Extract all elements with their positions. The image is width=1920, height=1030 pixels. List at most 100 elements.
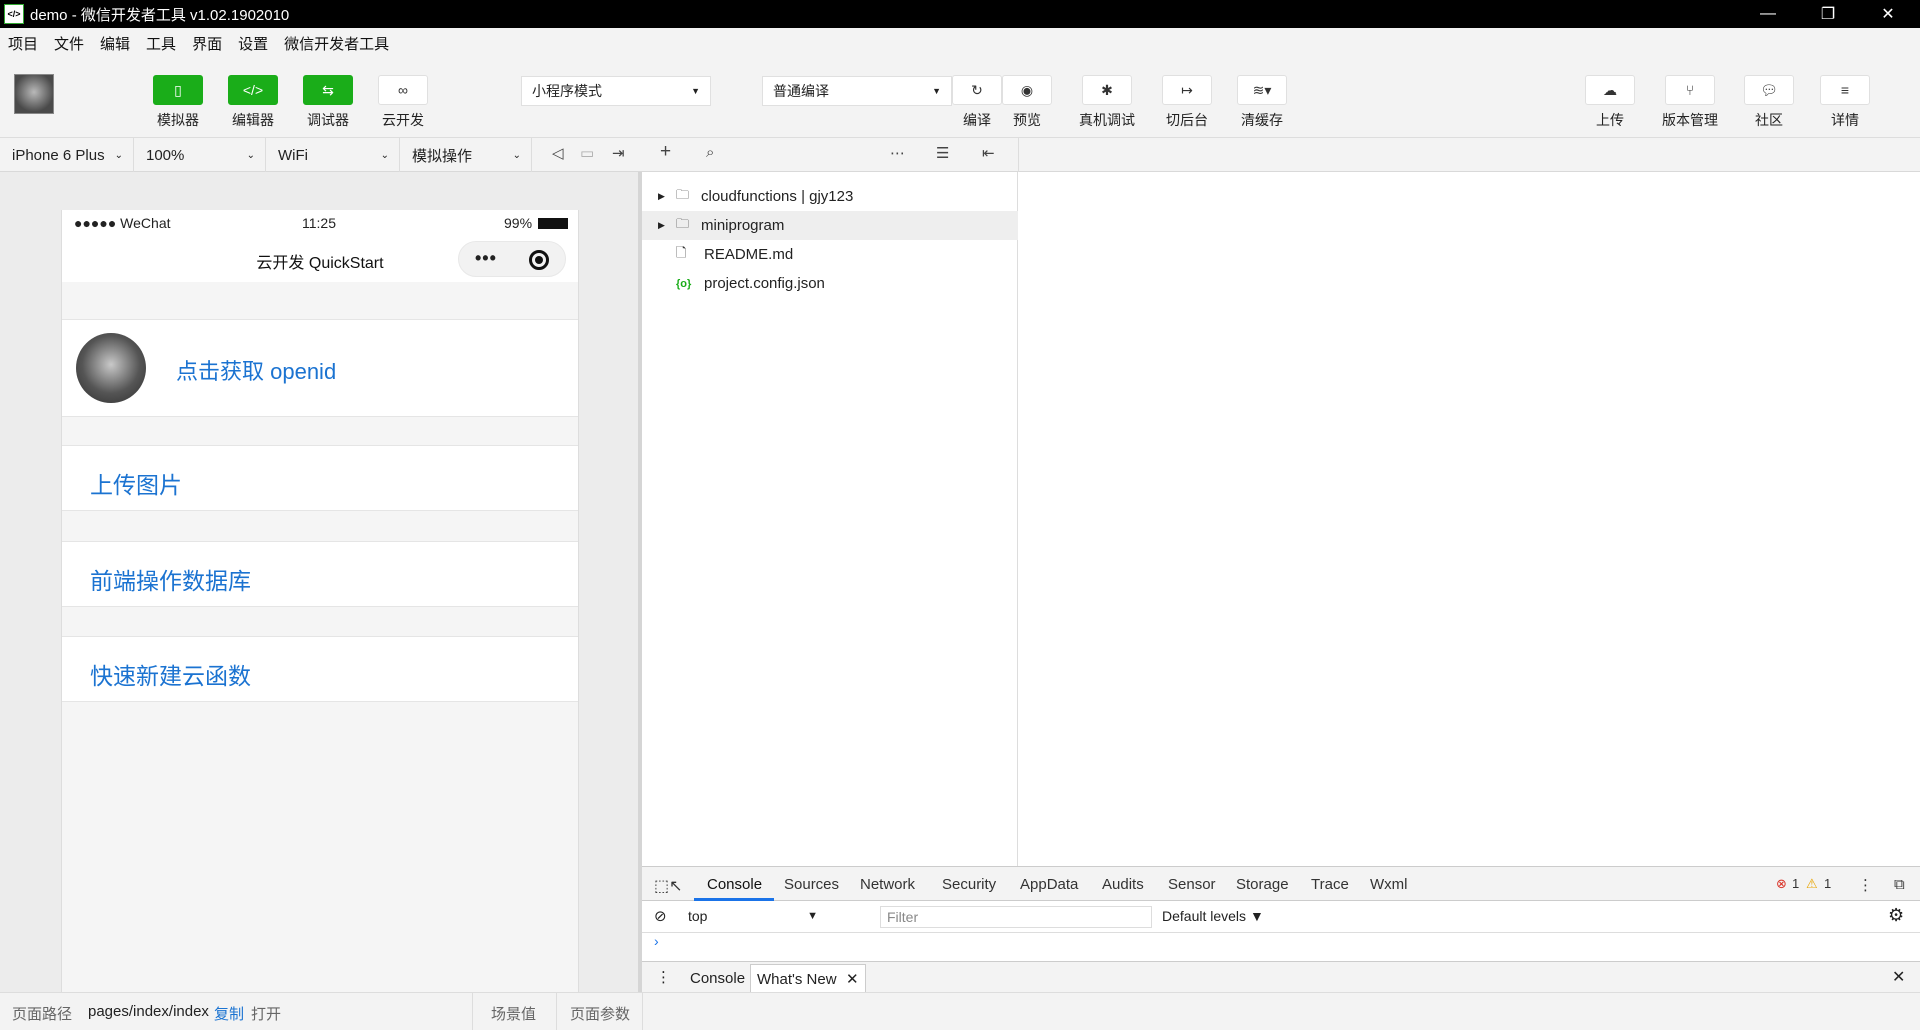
toggle-panel-icon[interactable]: ⇤ [982, 144, 995, 162]
simulator-button[interactable]: ▯ 模拟器 [145, 75, 211, 130]
operation-select[interactable]: 模拟操作 ⌄ [400, 138, 532, 172]
tab-sensor[interactable]: Sensor [1168, 876, 1216, 893]
user-avatar[interactable] [76, 333, 146, 403]
version-manage-button[interactable]: ⑂ 版本管理 [1657, 75, 1723, 130]
close-drawer-icon[interactable]: ✕ [1892, 967, 1905, 987]
menu-item-tools[interactable]: 工具 [146, 33, 176, 54]
preview-button[interactable]: ◉ 预览 [994, 75, 1060, 130]
clear-cache-button[interactable]: ≋▾ 清缓存 [1229, 75, 1295, 130]
warning-icon: ⚠ [1806, 876, 1818, 891]
network-select[interactable]: WiFi ⌄ [266, 138, 400, 172]
chevron-down-icon: ▼ [691, 86, 700, 96]
cloud-dev-button[interactable]: ∞ 云开发 [370, 75, 436, 130]
console-filter-input[interactable]: Filter [880, 906, 1152, 928]
devtools-panel: ⬚↖ Console Sources Network Security AppD… [642, 866, 1920, 993]
drawer-menu-icon[interactable]: ⋮ [656, 968, 671, 986]
console-prompt-icon[interactable]: › [654, 933, 659, 949]
chevron-down-icon: ▼ [807, 910, 818, 922]
close-icon[interactable]: ✕ [846, 970, 859, 988]
mode-select[interactable]: 小程序模式 ▼ [521, 76, 711, 106]
community-button[interactable]: 💬︎ 社区 [1736, 75, 1802, 130]
editor-button[interactable]: </> 编辑器 [220, 75, 286, 130]
warning-count[interactable]: 1 [1824, 876, 1831, 891]
tree-folder-miniprogram[interactable]: ▶ 🗀 miniprogram [642, 211, 1018, 240]
menu-item-edit[interactable]: 编辑 [100, 33, 130, 54]
tab-audits[interactable]: Audits [1102, 876, 1144, 893]
upload-image-item[interactable]: 上传图片 [62, 445, 578, 511]
drawer-tab-console[interactable]: Console [690, 970, 745, 987]
title-bar: </> demo - 微信开发者工具 v1.02.1902010 — ❐ ✕ [0, 0, 1920, 28]
open-path-link[interactable]: 打开 [251, 1003, 281, 1024]
rotate-icon[interactable]: ▭ [580, 144, 594, 162]
context-select[interactable]: top ▼ [682, 906, 822, 928]
tab-security[interactable]: Security [942, 876, 996, 893]
close-capsule-icon[interactable] [529, 250, 549, 270]
tab-appdata[interactable]: AppData [1020, 876, 1078, 893]
background-button[interactable]: ↦ 切后台 [1154, 75, 1220, 130]
close-window-button[interactable]: ✕ [1858, 0, 1918, 28]
search-icon[interactable]: ⌕ [706, 144, 714, 161]
error-icon: ⊗ [1776, 876, 1787, 891]
details-button[interactable]: ≡ 详情 [1812, 75, 1878, 130]
tab-trace[interactable]: Trace [1311, 876, 1349, 893]
clear-console-icon[interactable]: ⊘ [654, 907, 667, 925]
restore-button[interactable]: ❐ [1798, 0, 1858, 28]
battery-icon [538, 218, 568, 229]
device-select[interactable]: iPhone 6 Plus ⌄ [0, 138, 134, 172]
folder-icon: 🗀 [676, 186, 690, 202]
editor-area[interactable] [1018, 172, 1920, 866]
close-icon: ✕ [1881, 6, 1895, 23]
error-count[interactable]: 1 [1792, 876, 1799, 891]
inspect-element-icon[interactable]: ⬚↖ [654, 876, 683, 896]
menu-item-settings[interactable]: 设置 [238, 33, 268, 54]
collapse-icon[interactable]: ☰ [936, 144, 949, 162]
scene-value-button[interactable]: 场景值 [491, 1003, 536, 1024]
menu-item-project[interactable]: 项目 [8, 33, 38, 54]
tab-console[interactable]: Console [707, 876, 762, 893]
chat-bubble-icon: 💬︎ [1744, 75, 1794, 105]
divider [1018, 138, 1019, 172]
add-file-icon[interactable]: + [660, 141, 671, 163]
cloud-function-item[interactable]: 快速新建云函数 [62, 636, 578, 702]
upload-button[interactable]: ☁ 上传 [1577, 75, 1643, 130]
volume-icon[interactable]: ◁ [552, 144, 564, 162]
chevron-down-icon: ⌄ [114, 149, 123, 161]
menu-item-file[interactable]: 文件 [54, 33, 84, 54]
tree-folder-cloudfunctions[interactable]: ▶ 🗀 cloudfunctions | gjy123 [642, 182, 1018, 211]
database-item[interactable]: 前端操作数据库 [62, 541, 578, 607]
gear-icon[interactable]: ⚙ [1888, 905, 1904, 926]
chevron-down-icon: ▼ [932, 86, 941, 96]
capsule-menu[interactable]: ••• [458, 241, 566, 277]
expand-arrow-icon[interactable]: ▶ [658, 220, 665, 231]
tab-wxml[interactable]: Wxml [1370, 876, 1408, 893]
console-drawer: ⋮ Console What's New ✕ ✕ [642, 961, 1920, 993]
debugger-button[interactable]: ⇆ 调试器 [295, 75, 361, 130]
page-params-button[interactable]: 页面参数 [570, 1003, 630, 1024]
more-icon[interactable]: ⋯ [890, 144, 905, 162]
zoom-select[interactable]: 100% ⌄ [134, 138, 266, 172]
menu-item-interface[interactable]: 界面 [192, 33, 222, 54]
chevron-down-icon: ⌄ [380, 149, 389, 161]
undock-icon[interactable]: ⧉ [1894, 876, 1905, 893]
drawer-tab-whats-new[interactable]: What's New ✕ [750, 964, 866, 992]
cloud-upload-icon: ☁ [1585, 75, 1635, 105]
get-openid-link[interactable]: 点击获取 openid [176, 354, 336, 386]
tab-storage[interactable]: Storage [1236, 876, 1289, 893]
copy-path-link[interactable]: 复制 [214, 1003, 244, 1024]
compile-mode-select[interactable]: 普通编译 ▼ [762, 76, 952, 106]
kebab-menu-icon[interactable]: ⋮ [1858, 876, 1873, 894]
tree-file-project-config[interactable]: {o} project.config.json [642, 269, 1018, 298]
tab-sources[interactable]: Sources [784, 876, 839, 893]
expand-arrow-icon[interactable]: ▶ [658, 191, 665, 202]
remote-debug-button[interactable]: ✱ 真机调试 [1074, 75, 1140, 130]
more-dots-icon[interactable]: ••• [475, 248, 497, 269]
user-avatar[interactable] [14, 74, 54, 114]
tree-file-readme[interactable]: 🗋 README.md [642, 240, 1018, 269]
menu-item-wechat-devtools[interactable]: 微信开发者工具 [284, 33, 389, 54]
detach-icon[interactable]: ⇥ [612, 144, 625, 162]
branch-icon: ⑂ [1665, 75, 1715, 105]
window-title: demo - 微信开发者工具 v1.02.1902010 [30, 6, 290, 24]
tab-network[interactable]: Network [860, 876, 915, 893]
minimize-button[interactable]: — [1738, 0, 1798, 28]
log-levels-select[interactable]: Default levels ▼ [1162, 908, 1264, 924]
